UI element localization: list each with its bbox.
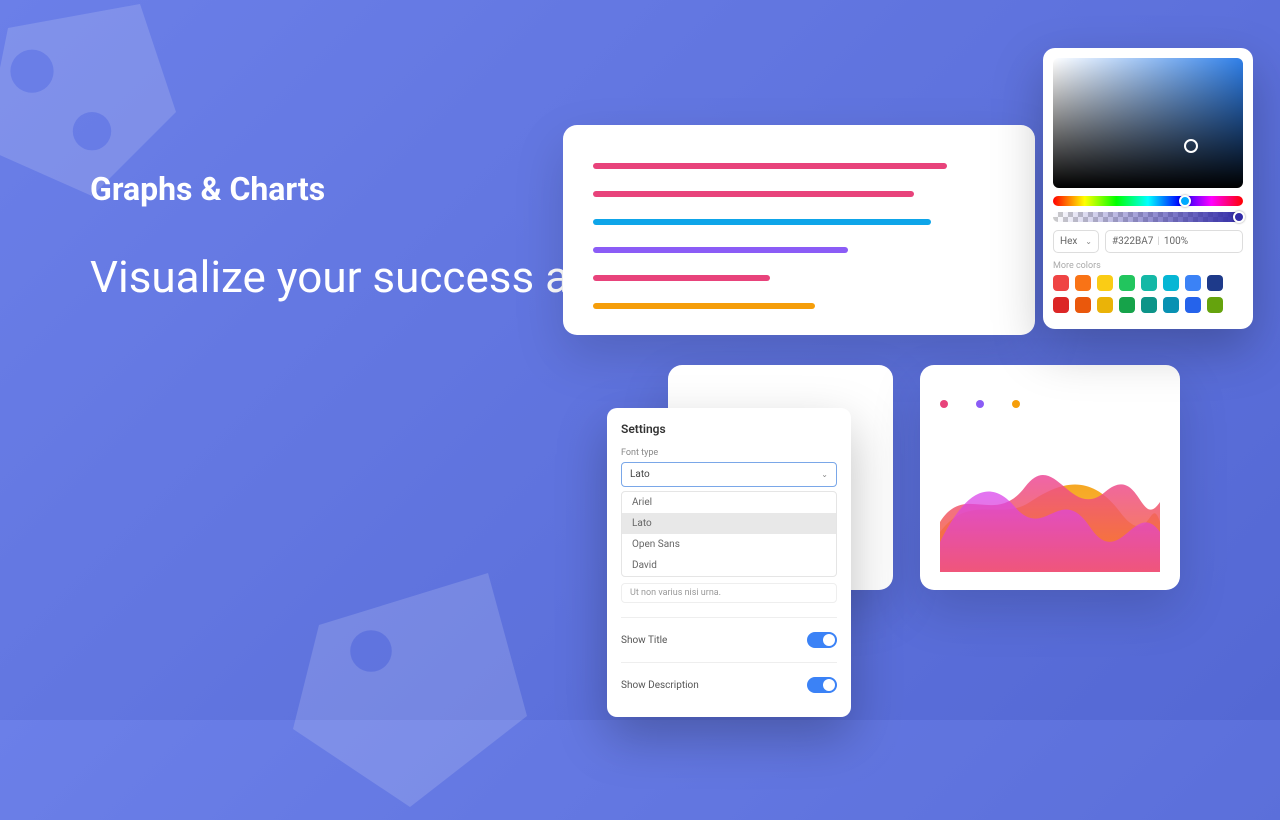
- area-chart-card: [920, 365, 1180, 590]
- divider: [621, 662, 837, 663]
- divider: [621, 617, 837, 618]
- swatch-row: [1053, 297, 1243, 313]
- legend-dot-icon: [976, 400, 984, 408]
- color-swatch[interactable]: [1207, 275, 1223, 291]
- color-format-select[interactable]: Hex ⌄: [1053, 230, 1099, 253]
- hex-value: #322BA7: [1112, 236, 1153, 247]
- show-title-label: Show Title: [621, 635, 667, 646]
- bar-chart-card: [563, 125, 1035, 335]
- chevron-down-icon: ⌄: [1085, 237, 1092, 246]
- settings-title: Settings: [621, 422, 837, 436]
- area-legend: [940, 393, 1160, 412]
- color-swatch[interactable]: [1163, 297, 1179, 313]
- alpha-slider[interactable]: [1053, 212, 1243, 222]
- color-swatch[interactable]: [1053, 297, 1069, 313]
- chart-bar: [593, 219, 931, 225]
- hex-value-input[interactable]: #322BA7 | 100%: [1105, 230, 1243, 253]
- legend-dot-icon: [940, 400, 948, 408]
- color-swatch[interactable]: [1097, 297, 1113, 313]
- chart-bar: [593, 191, 914, 197]
- description-text: Ut non varius nisi urna.: [621, 583, 837, 603]
- chart-bar: [593, 247, 848, 253]
- color-swatch[interactable]: [1185, 297, 1201, 313]
- color-swatch[interactable]: [1141, 275, 1157, 291]
- alpha-cursor-icon[interactable]: [1233, 211, 1245, 223]
- font-select[interactable]: Lato ⌄: [621, 462, 837, 487]
- color-swatch[interactable]: [1075, 275, 1091, 291]
- color-swatch[interactable]: [1119, 297, 1135, 313]
- legend-dot-icon: [1012, 400, 1020, 408]
- font-option[interactable]: David: [622, 555, 836, 576]
- color-gradient-area[interactable]: [1053, 58, 1243, 188]
- more-colors-label: More colors: [1053, 261, 1243, 271]
- font-option[interactable]: Open Sans: [622, 534, 836, 555]
- swatch-row: [1053, 275, 1243, 291]
- area-chart-icon: [940, 432, 1160, 572]
- font-option[interactable]: Lato: [622, 513, 836, 534]
- show-description-toggle[interactable]: [807, 677, 837, 693]
- color-swatch[interactable]: [1185, 275, 1201, 291]
- settings-panel: Settings Font type Lato ⌄ ArielLatoOpen …: [607, 408, 851, 717]
- color-swatch[interactable]: [1119, 275, 1135, 291]
- bg-plugin-icon: [280, 560, 540, 820]
- font-option[interactable]: Ariel: [622, 492, 836, 513]
- font-type-label: Font type: [621, 448, 837, 458]
- font-dropdown: ArielLatoOpen SansDavid: [621, 491, 837, 577]
- color-format-label: Hex: [1060, 236, 1077, 247]
- color-swatch[interactable]: [1163, 275, 1179, 291]
- hue-cursor-icon[interactable]: [1179, 195, 1191, 207]
- chart-bar: [593, 303, 815, 309]
- chevron-down-icon: ⌄: [821, 470, 828, 479]
- gradient-cursor-icon[interactable]: [1184, 139, 1198, 153]
- color-picker-panel: Hex ⌄ #322BA7 | 100% More colors: [1043, 48, 1253, 329]
- font-select-value: Lato: [630, 469, 650, 480]
- chart-bar: [593, 275, 770, 281]
- chart-bar: [593, 163, 947, 169]
- color-swatch[interactable]: [1053, 275, 1069, 291]
- color-swatch[interactable]: [1207, 297, 1223, 313]
- show-description-label: Show Description: [621, 680, 699, 691]
- color-swatch[interactable]: [1075, 297, 1091, 313]
- opacity-value: 100%: [1164, 236, 1188, 247]
- hue-slider[interactable]: [1053, 196, 1243, 206]
- show-title-toggle[interactable]: [807, 632, 837, 648]
- color-swatch[interactable]: [1141, 297, 1157, 313]
- color-swatch[interactable]: [1097, 275, 1113, 291]
